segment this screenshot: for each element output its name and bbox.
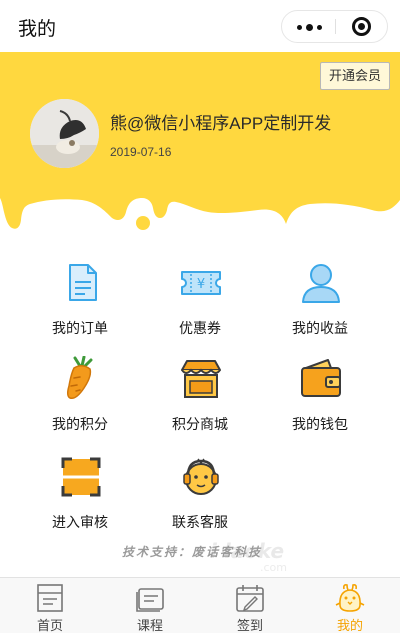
chick-icon: [335, 584, 365, 612]
menu-item-customer-service[interactable]: 联系客服: [140, 449, 260, 537]
menu-item-label: 我的订单: [52, 320, 108, 336]
dot: [317, 25, 322, 30]
tab-checkin[interactable]: 签到: [200, 578, 300, 633]
tab-course[interactable]: 课程: [100, 578, 200, 633]
menu-item-coupons[interactable]: ¥ 优惠券: [140, 255, 260, 343]
avatar-image: [30, 99, 99, 168]
tab-label: 首页: [36, 618, 63, 633]
menu-item-label: 我的钱包: [292, 416, 348, 432]
user-name: 熊@微信小程序APP定制开发: [110, 114, 332, 133]
menu-item-points[interactable]: 我的积分: [20, 351, 140, 439]
user-icon: [302, 264, 340, 303]
menu-item-label: 我的收益: [292, 320, 348, 336]
capsule-menu: [281, 10, 388, 43]
carrot-icon: [66, 356, 93, 400]
menu-item-label: 我的积分: [52, 416, 108, 432]
target-icon-dot: [358, 23, 365, 30]
open-membership-button[interactable]: 开通会员: [319, 62, 390, 90]
checkin-icon: [236, 585, 264, 612]
user-join-date: 2019-07-16: [110, 145, 172, 159]
scan-icon: [61, 457, 101, 497]
headset-icon: [183, 458, 219, 495]
dot: [306, 24, 313, 31]
menu-item-label: 积分商城: [172, 416, 228, 432]
svg-text:.com: .com: [260, 561, 287, 574]
page-title: 我的: [18, 19, 57, 40]
menu-item-points-mall[interactable]: 积分商城: [140, 351, 260, 439]
tab-label: 我的: [336, 618, 363, 633]
menu-item-label: 联系客服: [172, 514, 228, 530]
wallet-icon: [301, 359, 341, 397]
coupon-icon: ¥: [181, 271, 221, 295]
tab-home[interactable]: 首页: [0, 578, 100, 633]
tab-bar: 首页 课程 签到 我的: [0, 577, 400, 633]
more-options-button[interactable]: [282, 11, 335, 42]
course-icon: [136, 588, 164, 612]
tab-mine[interactable]: 我的: [300, 578, 400, 633]
menu-item-label: 优惠券: [179, 320, 221, 336]
tech-support: i laoke .com 技术支持：废话客科技: [0, 539, 400, 574]
dot: [297, 25, 302, 30]
tab-label: 课程: [136, 618, 163, 633]
menu-item-orders[interactable]: 我的订单: [20, 255, 140, 343]
menu-item-wallet[interactable]: 我的钱包: [260, 351, 380, 439]
tech-support-text: 技术支持：废话客科技: [122, 545, 263, 559]
menu-item-review[interactable]: 进入审核: [20, 449, 140, 537]
close-miniprogram-button[interactable]: [336, 11, 388, 42]
shop-icon: [181, 360, 221, 398]
menu-item-earnings[interactable]: 我的收益: [260, 255, 380, 343]
svg-text:¥: ¥: [197, 277, 205, 292]
menu-item-label: 进入审核: [52, 514, 108, 530]
avatar[interactable]: [30, 99, 99, 168]
home-icon: [37, 584, 63, 612]
navigation-bar: 我的: [0, 0, 400, 52]
tab-label: 签到: [236, 618, 263, 633]
document-icon: [69, 264, 97, 301]
